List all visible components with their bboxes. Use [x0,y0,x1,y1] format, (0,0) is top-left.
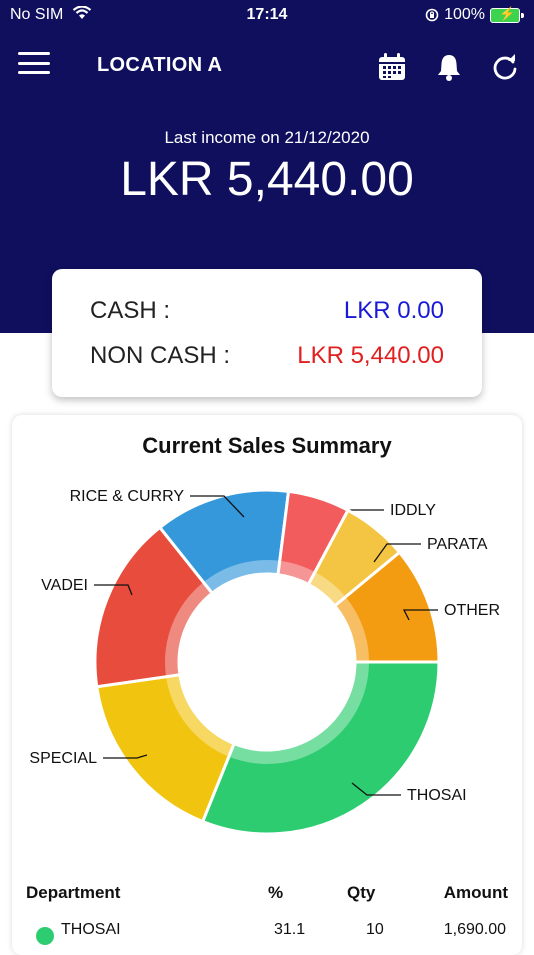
slice-label: SPECIAL [29,750,97,767]
row-qty: 10 [366,921,384,938]
cash-label: CASH : [90,297,171,324]
col-department: Department [26,883,121,902]
calendar-icon[interactable] [377,52,407,82]
slice-label: PARATA [427,536,488,553]
slice-label: RICE & CURRY [70,488,185,505]
slice-label: IDDLY [390,502,436,519]
row-department: THOSAI [61,921,121,938]
cash-summary-card: CASH : LKR 0.00 NON CASH : LKR 5,440.00 [52,269,482,397]
slice-label: OTHER [444,602,500,619]
bell-icon[interactable] [434,52,464,82]
location-title: LOCATION A [97,54,223,76]
app-bar: LOCATION A [0,44,534,84]
sales-donut-chart: THOSAI SPECIAL VADEI RICE & CURRY IDDLY PARAT… [29,488,500,836]
status-bar: No SIM 17:14 100% ⚡ [0,4,534,26]
last-income-value: LKR 5,440.00 [120,153,414,206]
col-percent: % [268,883,284,902]
battery-status: 100% ⚡ [425,6,524,24]
cash-value: LKR 0.00 [343,297,444,324]
sales-summary-card: Current Sales Summary THOSAI SPECIAL VADEI… [12,415,522,955]
row-percent: 31.1 [274,921,306,938]
menu-icon[interactable] [18,52,50,74]
slice-label: THOSAI [407,787,467,804]
refresh-icon[interactable] [490,52,520,82]
orientation-lock-icon [425,8,439,22]
row-amount: 1,690.00 [443,921,506,938]
legend-dot [36,927,54,945]
slice-label: VADEI [41,577,88,594]
noncash-value: LKR 5,440.00 [297,342,444,369]
battery-icon: ⚡ [490,6,524,23]
last-income-label: Last income on 21/12/2020 [164,128,370,147]
col-amount: Amount [443,883,508,902]
noncash-label: NON CASH : [90,342,231,369]
col-qty: Qty [347,883,376,902]
